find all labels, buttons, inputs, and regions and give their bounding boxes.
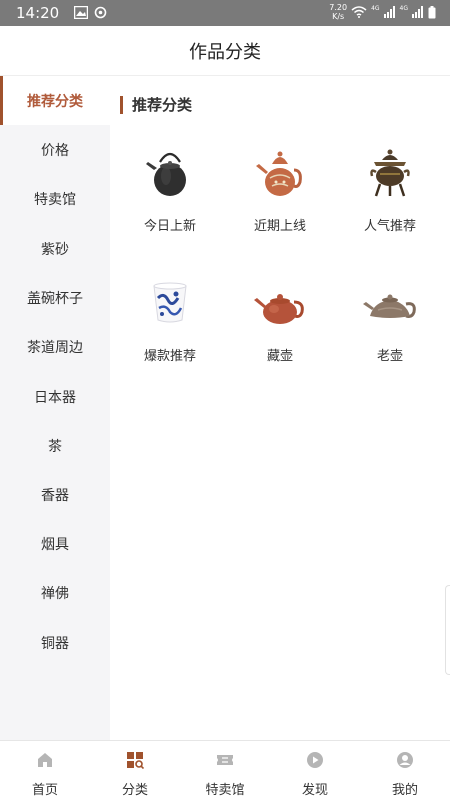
sidebar-item-tea-accessories[interactable]: 茶道周边 (0, 322, 110, 371)
enamel-teapot-icon (256, 151, 302, 196)
status-time: 14:20 (16, 4, 60, 22)
sidebar-item-special-sale[interactable]: 特卖馆 (0, 174, 110, 223)
sidebar-item-tea[interactable]: 茶 (0, 421, 110, 470)
nav-mine[interactable]: 我的 (360, 741, 450, 800)
nav-category[interactable]: 分类 (90, 741, 180, 800)
home-icon (38, 753, 52, 767)
sidebar-item-zisha[interactable]: 紫砂 (0, 224, 110, 273)
sidebar-item-japanese-ware[interactable]: 日本器 (0, 372, 110, 421)
network-speed: 7.20 K/s (329, 3, 348, 21)
ticket-icon (217, 755, 233, 765)
category-item-collection-pots[interactable]: 藏壶 (225, 272, 335, 392)
bottom-navigation: 首页 分类 特卖馆 发现 我的 (0, 740, 450, 800)
play-icon (307, 752, 323, 768)
sidebar-item-zen-buddha[interactable]: 禅佛 (0, 568, 110, 617)
wifi-icon (351, 6, 367, 18)
cell-signal-icon (412, 6, 423, 18)
nav-special-sale[interactable]: 特卖馆 (180, 741, 270, 800)
blue-white-cup-icon (153, 282, 187, 323)
bronze-censer-icon (370, 149, 410, 197)
category-item-new-today[interactable]: 今日上新 (115, 142, 225, 262)
cell-signal-icon (383, 6, 395, 18)
profile-icon (397, 752, 413, 768)
sidebar-item-smoking-ware[interactable]: 烟具 (0, 519, 110, 568)
iron-kettle-icon (146, 152, 186, 196)
page-header: 作品分类 (0, 26, 450, 76)
battery-icon (428, 5, 436, 18)
category-item-popular[interactable]: 人气推荐 (335, 142, 445, 262)
section-title: 推荐分类 (120, 94, 192, 116)
category-item-hot-picks[interactable]: 爆款推荐 (115, 272, 225, 392)
old-teapot-icon (363, 294, 416, 318)
category-sidebar: 推荐分类 价格 特卖馆 紫砂 盖碗杯子 茶道周边 日本器 茶 香器 烟具 禅佛 … (0, 76, 110, 740)
sidebar-item-incense-ware[interactable]: 香器 (0, 470, 110, 519)
page-title: 作品分类 (189, 42, 261, 63)
sidebar-item-price[interactable]: 价格 (0, 125, 110, 174)
status-bar: 14:20 7.20 K/s 4G 4G (0, 0, 450, 26)
sync-notification-icon (94, 6, 107, 19)
sidebar-item-recommended[interactable]: 推荐分类 (0, 76, 110, 125)
category-item-old-pots[interactable]: 老壶 (335, 272, 445, 392)
category-icon (127, 752, 144, 769)
sidebar-item-gaiwan-cups[interactable]: 盖碗杯子 (0, 273, 110, 322)
nav-home[interactable]: 首页 (0, 741, 90, 800)
red-clay-teapot-icon (254, 294, 304, 324)
category-item-recently-listed[interactable]: 近期上线 (225, 142, 335, 262)
sidebar-item-bronze-ware[interactable]: 铜器 (0, 618, 110, 667)
nav-discover[interactable]: 发现 (270, 741, 360, 800)
side-scroll-handle[interactable] (445, 585, 450, 675)
gallery-notification-icon (74, 6, 88, 19)
category-content: 推荐分类 今日上新 近期上线 人气推荐 爆款推荐 藏壶 老壶 (110, 76, 450, 740)
